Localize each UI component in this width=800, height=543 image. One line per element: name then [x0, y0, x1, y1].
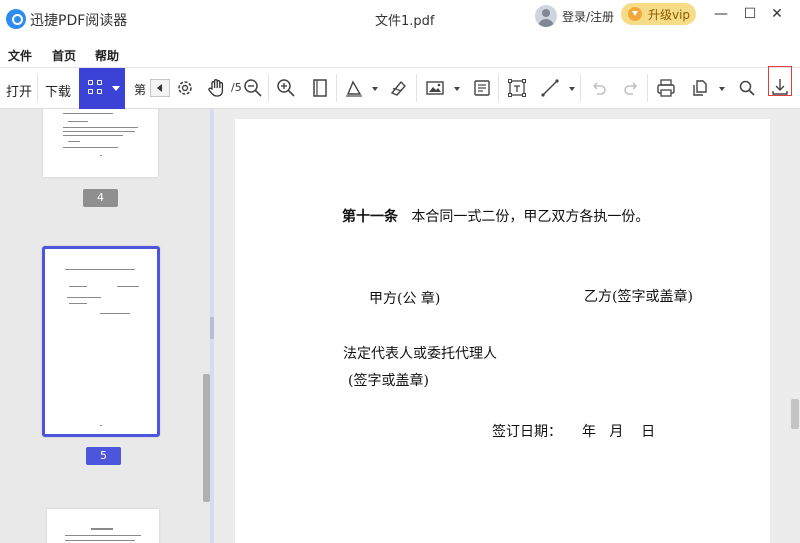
close-icon[interactable]: ✕ — [767, 4, 787, 24]
settings-icon[interactable] — [175, 78, 195, 98]
page-thumbnail-5[interactable] — [42, 246, 160, 437]
menu-bar: 文件 首页 帮助 — [0, 38, 800, 68]
hand-tool-icon[interactable] — [206, 77, 228, 99]
title-bar: 迅捷PDF阅读器 文件1.pdf 登录/注册 升级vip — ☐ ✕ — [0, 0, 800, 38]
legal-representative-sign: (签字或盖章) — [348, 373, 429, 389]
text-box-icon[interactable] — [507, 78, 527, 98]
chevron-down-icon — [112, 86, 120, 91]
minimize-icon[interactable]: — — [711, 4, 731, 24]
eraser-icon[interactable] — [389, 78, 409, 98]
menu-home[interactable]: 首页 — [52, 47, 76, 64]
toolbar-divider — [647, 74, 648, 102]
app-logo-icon — [6, 9, 26, 29]
zoom-out-icon[interactable] — [243, 78, 263, 98]
line-dropdown-icon[interactable] — [569, 87, 575, 91]
login-register-link[interactable]: 登录/注册 — [562, 8, 614, 25]
page-thumbnail-4[interactable] — [43, 109, 158, 177]
download-text-button[interactable]: 下载 — [45, 81, 71, 100]
toolbar-divider — [37, 74, 38, 102]
single-page-icon[interactable] — [310, 78, 330, 98]
thumbnail-sidebar[interactable]: 4 5 — [0, 109, 210, 543]
page-number-badge[interactable]: 4 — [83, 189, 118, 207]
thumbnail-view-button[interactable] — [79, 68, 125, 109]
upgrade-vip-label: 升级vip — [648, 8, 691, 22]
highlight-dropdown-icon[interactable] — [372, 87, 378, 91]
copy-dropdown-icon[interactable] — [719, 87, 725, 91]
app-title: 迅捷PDF阅读器 — [30, 13, 128, 29]
party-a-seal: 甲方(公 章) — [369, 291, 441, 307]
page-thumbnail-6[interactable] — [47, 509, 159, 543]
article-line: 第十一条 本合同一式二份，甲乙双方各执一份。 — [342, 206, 649, 226]
page-prefix-label: 第 — [134, 83, 147, 97]
document-scrollbar[interactable] — [791, 399, 799, 429]
sidebar-scrollbar[interactable] — [203, 374, 210, 502]
document-title: 文件1.pdf — [375, 14, 435, 29]
party-b-seal: 乙方(签字或盖章) — [584, 289, 693, 305]
article-text: 本合同一式二份，甲乙双方各执一份。 — [411, 209, 650, 225]
toolbar-divider — [336, 74, 337, 102]
zoom-in-icon[interactable] — [276, 78, 296, 98]
sign-date-label: 签订日期： — [492, 424, 562, 440]
toolbar-divider — [580, 74, 581, 102]
toolbar: 打开 下载 第 /5 — [0, 68, 800, 109]
open-button[interactable]: 打开 — [6, 81, 32, 100]
redo-icon[interactable] — [621, 78, 641, 98]
document-page: 第十一条 本合同一式二份，甲乙双方各执一份。 甲方(公 章) 乙方(签字或盖章)… — [235, 119, 770, 543]
menu-file[interactable]: 文件 — [8, 47, 32, 64]
toolbar-divider — [498, 74, 499, 102]
toolbar-divider — [268, 74, 269, 102]
toolbar-divider — [416, 74, 417, 102]
page-total-label: /5 — [231, 81, 242, 94]
maximize-icon[interactable]: ☐ — [740, 4, 760, 24]
highlight-pen-icon[interactable] — [344, 78, 364, 98]
line-tool-icon[interactable] — [540, 78, 560, 98]
print-icon[interactable] — [656, 78, 676, 98]
user-avatar-icon[interactable] — [535, 5, 557, 27]
upgrade-vip-button[interactable]: 升级vip — [621, 3, 696, 25]
download-highlight-box — [768, 66, 792, 96]
image-icon[interactable] — [425, 78, 445, 98]
document-view[interactable]: 第十一条 本合同一式二份，甲乙双方各执一份。 甲方(公 章) 乙方(签字或盖章)… — [214, 109, 800, 543]
article-heading: 第十一条 — [342, 209, 398, 225]
previous-page-icon[interactable] — [150, 79, 170, 97]
menu-help[interactable]: 帮助 — [95, 47, 119, 64]
thumbnail-view-icon — [88, 80, 104, 96]
image-dropdown-icon[interactable] — [454, 87, 460, 91]
copy-icon[interactable] — [690, 78, 710, 98]
legal-representative: 法定代表人或委托代理人 — [343, 346, 497, 362]
sign-date-units: 年 月 日 — [582, 424, 656, 440]
page-number-badge[interactable]: 5 — [86, 447, 121, 465]
note-icon[interactable] — [472, 78, 492, 98]
undo-icon[interactable] — [589, 78, 609, 98]
vip-gem-icon — [628, 7, 642, 21]
search-icon[interactable] — [738, 79, 756, 97]
